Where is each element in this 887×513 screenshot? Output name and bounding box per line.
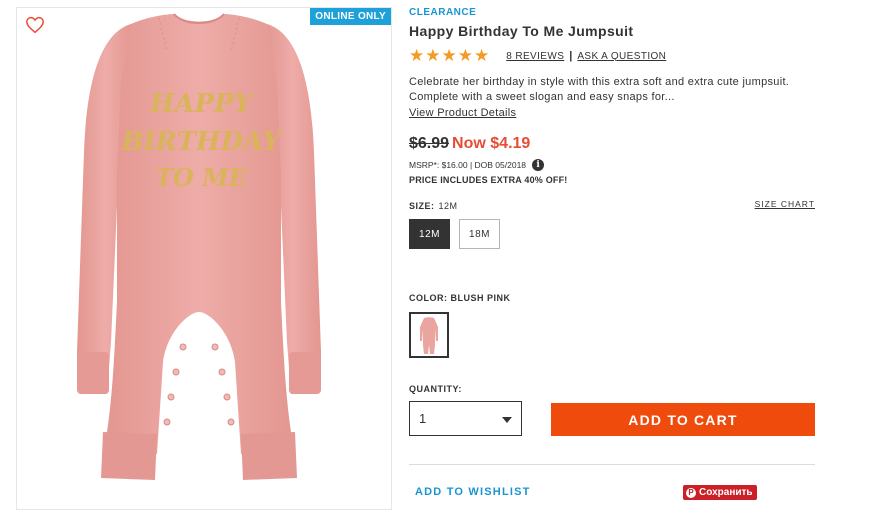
pinterest-save-button[interactable]: P Сохранить xyxy=(683,485,757,500)
separator: | xyxy=(569,50,573,62)
product-image-panel: HAPPY BIRTHDAY TO ME ONLINE ONLY xyxy=(16,7,392,510)
original-price: $6.99 xyxy=(409,135,450,152)
garment-print-text: HAPPY xyxy=(149,89,255,119)
heart-wishlist-icon[interactable] xyxy=(25,16,45,34)
msrp-text: MSRP*: $16.00 | DOB 05/2018 xyxy=(409,160,527,170)
rating-stars-icon[interactable]: ★★★★★ xyxy=(409,46,490,66)
pinterest-icon: P xyxy=(686,487,696,498)
size-label: SIZE: 12M xyxy=(409,201,458,211)
add-to-wishlist-link[interactable]: ADD TO WISHLIST xyxy=(415,486,531,498)
size-chart-link[interactable]: SIZE CHART xyxy=(755,199,815,209)
pinterest-save-label: Сохранить xyxy=(699,487,753,498)
quantity-label: QUANTITY: xyxy=(409,384,462,394)
add-to-cart-button[interactable]: ADD TO CART xyxy=(551,403,815,436)
size-option-18m[interactable]: 18M xyxy=(459,219,500,249)
price-note: PRICE INCLUDES EXTRA 40% OFF! xyxy=(409,175,568,185)
quantity-value: 1 xyxy=(419,411,427,426)
price-row: $6.99 Now $4.19 xyxy=(409,135,530,153)
selected-size-value: 12M xyxy=(438,201,458,211)
view-product-details-link[interactable]: View Product Details xyxy=(409,107,516,119)
divider xyxy=(409,464,815,465)
product-description: Celebrate her birthday in style with thi… xyxy=(409,76,790,103)
garment-print-text: TO ME xyxy=(155,163,248,192)
garment-print-text: BIRTHDAY xyxy=(120,127,283,157)
rating-row: ★★★★★ 8 REVIEWS | ASK A QUESTION xyxy=(409,46,666,66)
quantity-select[interactable]: 1 xyxy=(409,401,522,436)
clearance-tag: CLEARANCE xyxy=(409,7,477,18)
info-icon[interactable]: i xyxy=(532,159,545,171)
size-option-12m[interactable]: 12M xyxy=(409,219,450,249)
reviews-link[interactable]: 8 REVIEWS xyxy=(506,51,564,62)
color-swatch-blush-pink[interactable] xyxy=(409,312,449,358)
chevron-down-icon xyxy=(502,417,512,423)
product-title: Happy Birthday To Me Jumpsuit xyxy=(409,23,634,39)
sale-price: Now $4.19 xyxy=(452,135,531,152)
ask-question-link[interactable]: ASK A QUESTION xyxy=(577,51,666,62)
online-only-badge: ONLINE ONLY xyxy=(310,8,391,25)
color-label: COLOR: BLUSH PINK xyxy=(409,293,511,303)
product-image[interactable]: HAPPY BIRTHDAY TO ME xyxy=(59,12,339,502)
msrp-line: MSRP*: $16.00 | DOB 05/2018 i xyxy=(409,159,545,171)
swatch-thumbnail-icon xyxy=(420,317,438,354)
